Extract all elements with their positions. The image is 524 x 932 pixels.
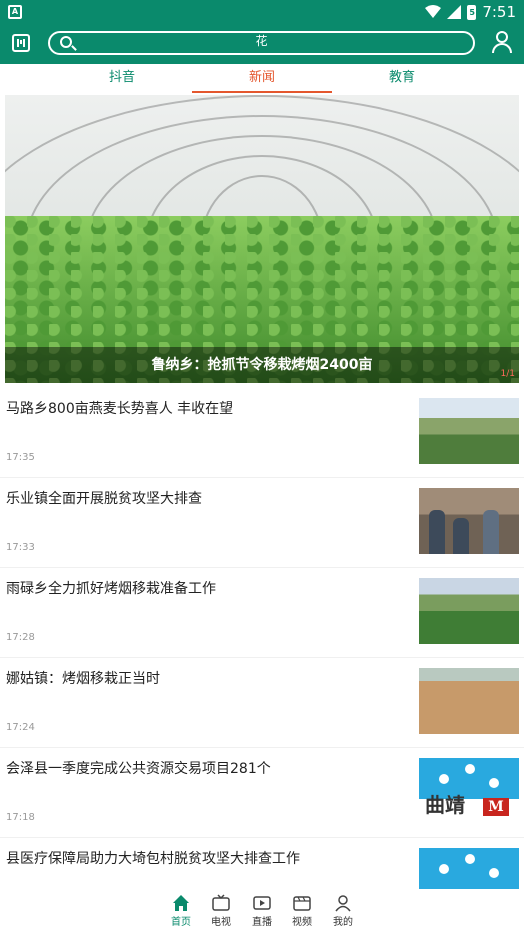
news-thumbnail <box>419 398 519 464</box>
list-item[interactable]: 乐业镇全面开展脱贫攻坚大排查 17:33 <box>0 478 524 568</box>
profile-icon <box>335 895 351 912</box>
tab-education[interactable]: 教育 <box>332 64 472 94</box>
tab-douyin[interactable]: 抖音 <box>52 64 192 94</box>
home-icon <box>173 895 189 911</box>
news-title: 马路乡800亩燕麦长势喜人 丰收在望 <box>6 401 234 417</box>
news-time: 17:33 <box>6 542 35 553</box>
thumbnail-logo-badge: M <box>483 798 509 816</box>
tv-icon <box>212 894 230 911</box>
banner-caption: 鲁纳乡：抢抓节令移栽烤烟2400亩 <box>151 357 373 373</box>
nav-home[interactable]: 首页 <box>161 894 201 930</box>
news-title: 会泽县一季度完成公共资源交易项目281个 <box>6 761 271 777</box>
news-time: 17:18 <box>6 812 35 823</box>
news-thumbnail: 曲靖 M <box>419 758 519 824</box>
nav-live[interactable]: 直播 <box>242 894 282 930</box>
banner-pager: 1/1 <box>500 369 515 379</box>
news-title: 雨碌乡全力抓好烤烟移栽准备工作 <box>6 581 216 597</box>
news-title: 县医疗保障局助力大埼包村脱贫攻坚大排查工作 <box>6 851 300 867</box>
user-icon[interactable] <box>491 30 513 54</box>
news-thumbnail <box>419 668 519 734</box>
news-thumbnail <box>419 578 519 644</box>
category-tabs: 抖音 新闻 教育 <box>0 64 524 94</box>
wifi-icon <box>425 5 442 18</box>
app-header: 花 <box>0 24 524 64</box>
status-bar: A 5 7:51 <box>0 0 524 24</box>
nav-tv[interactable]: 电视 <box>201 894 241 930</box>
list-item[interactable]: 雨碌乡全力抓好烤烟移栽准备工作 17:28 <box>0 568 524 658</box>
menu-icon[interactable] <box>12 34 30 52</box>
clock: 7:51 <box>482 3 516 21</box>
news-title: 娜姑镇：烤烟移栽正当时 <box>6 671 160 687</box>
featured-banner[interactable]: 鲁纳乡：抢抓节令移栽烤烟2400亩 1/1 <box>5 95 519 383</box>
signal-icon <box>447 5 462 19</box>
nav-mine[interactable]: 我的 <box>323 894 363 930</box>
news-title: 乐业镇全面开展脱贫攻坚大排查 <box>6 491 202 507</box>
list-item[interactable]: 马路乡800亩燕麦长势喜人 丰收在望 17:35 <box>0 388 524 478</box>
news-time: 17:35 <box>6 452 35 463</box>
thumbnail-logo-text: 曲靖 <box>425 793 465 817</box>
tab-news[interactable]: 新闻 <box>192 64 332 94</box>
list-item[interactable]: 娜姑镇：烤烟移栽正当时 17:24 <box>0 658 524 748</box>
search-value[interactable]: 花 <box>50 32 473 49</box>
bottom-navigation: 首页 电视 直播 视频 我的 <box>0 890 524 932</box>
news-thumbnail <box>419 488 519 554</box>
live-icon <box>253 896 271 910</box>
news-list: 马路乡800亩燕麦长势喜人 丰收在望 17:35 乐业镇全面开展脱贫攻坚大排查 … <box>0 388 524 928</box>
battery-icon: 5 <box>467 4 477 20</box>
news-time: 17:28 <box>6 632 35 643</box>
news-time: 17:24 <box>6 722 35 733</box>
video-icon <box>293 896 311 911</box>
search-bar[interactable]: 花 <box>48 31 475 55</box>
list-item[interactable]: 会泽县一季度完成公共资源交易项目281个 17:18 曲靖 M <box>0 748 524 838</box>
notification-icon: A <box>8 5 22 19</box>
nav-video[interactable]: 视频 <box>282 894 322 930</box>
